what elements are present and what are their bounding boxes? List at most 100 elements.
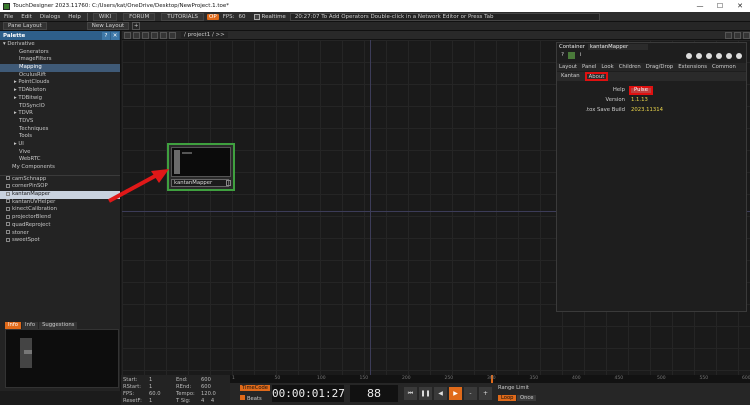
palette-tree-item[interactable]: Mapping: [0, 64, 120, 72]
component-list-item[interactable]: kantanUVHelper: [0, 199, 120, 207]
forward-icon[interactable]: [160, 31, 167, 39]
tab-panel[interactable]: Panel: [582, 63, 596, 71]
wiki-button[interactable]: WIKI: [92, 12, 118, 21]
beats-checkbox[interactable]: [240, 395, 245, 400]
once-button[interactable]: Once: [517, 395, 537, 401]
tempo-value[interactable]: 120.0: [201, 391, 216, 397]
gear-icon[interactable]: [736, 52, 742, 59]
tab-about[interactable]: About: [584, 72, 609, 81]
palette-tree-item[interactable]: ▸ TDAbleton: [0, 87, 120, 95]
palette-tree-item[interactable]: Tools: [0, 133, 120, 141]
rstart-value[interactable]: 1: [149, 384, 152, 390]
component-list-item[interactable]: camSchnapp: [0, 176, 120, 184]
list-icon[interactable]: [133, 31, 140, 39]
palette-tree-item[interactable]: ImageFilters: [0, 56, 120, 64]
tutorials-button[interactable]: TUTORIALS: [161, 12, 205, 21]
palette-tree-item[interactable]: ▸ TDBitwig: [0, 95, 120, 103]
bypass-flag-icon[interactable]: [686, 52, 692, 59]
close-window-button[interactable]: ✕: [730, 0, 750, 12]
tab-look[interactable]: Look: [601, 63, 613, 71]
component-list-item[interactable]: kinectCalibration: [0, 206, 120, 214]
pause-icon[interactable]: ❚❚: [419, 387, 432, 400]
help-pulse-button[interactable]: Pulse: [629, 86, 653, 95]
realtime-checkbox[interactable]: [253, 13, 260, 20]
tsig-value[interactable]: 4 4: [201, 398, 214, 404]
display-flag-icon[interactable]: [706, 52, 712, 59]
timecode-display[interactable]: 00:00:01:27: [272, 385, 345, 402]
pane-maximize-icon[interactable]: [734, 31, 741, 39]
op-badge[interactable]: OP: [207, 13, 219, 20]
step-back-icon[interactable]: -: [464, 387, 477, 400]
beats-toggle[interactable]: Beats: [240, 395, 262, 402]
viewer-flag-icon[interactable]: [716, 52, 722, 59]
pane-layout-button[interactable]: Pane Layout: [3, 22, 47, 30]
start-value[interactable]: 1: [149, 377, 152, 383]
maximize-button[interactable]: ☐: [710, 0, 730, 12]
loop-button[interactable]: Loop: [498, 395, 517, 401]
palette-tree-item[interactable]: My Components: [0, 164, 120, 172]
fps-value[interactable]: 60.0: [149, 391, 161, 397]
tab-extensions[interactable]: Extensions: [678, 63, 707, 71]
tab-kantan[interactable]: Kantan: [559, 72, 582, 81]
grid-icon[interactable]: [142, 31, 149, 39]
tab-info[interactable]: Info: [22, 322, 39, 329]
close-icon[interactable]: ✕: [111, 31, 119, 40]
palette-tree-item[interactable]: ▸ TDVR: [0, 110, 120, 118]
resetf-value[interactable]: 1: [149, 398, 152, 404]
param-help-icon[interactable]: ?: [559, 52, 566, 59]
add-pane-button[interactable]: +: [132, 22, 141, 30]
palette-tree-item[interactable]: TDVS: [0, 118, 120, 126]
add-parameter-icon[interactable]: [726, 52, 732, 59]
op-name-field[interactable]: kantanMapper: [587, 44, 649, 50]
pane-split-icon[interactable]: [725, 31, 732, 39]
tab-common[interactable]: Common: [712, 63, 736, 71]
menu-file[interactable]: File: [0, 14, 17, 20]
component-list-item[interactable]: cornerPinSOP: [0, 183, 120, 191]
timeline-ruler[interactable]: 1 50 100 150 200 250 300 350 400 450 500 550 600: [230, 375, 750, 405]
frame-display[interactable]: 88: [350, 385, 398, 402]
tab-suggestions[interactable]: Suggestions: [39, 322, 78, 329]
palette-tree-item[interactable]: ▸ PointClouds: [0, 79, 120, 87]
component-list-item[interactable]: stoner: [0, 230, 120, 238]
play-icon[interactable]: ▶: [449, 387, 462, 400]
rend-value[interactable]: 600: [201, 384, 211, 390]
network-path[interactable]: / project1 / >>: [181, 32, 228, 38]
palette-tree-item[interactable]: ▸ UI: [0, 141, 120, 149]
lock-flag-icon[interactable]: [696, 52, 702, 59]
palette-tree-item[interactable]: ▾ Derivative: [0, 41, 120, 49]
kantanmapper-node[interactable]: kantanMapper: [167, 143, 235, 191]
palette-tree-item[interactable]: Vive: [0, 149, 120, 157]
component-list-item[interactable]: kantanMapper: [0, 191, 120, 199]
palette-tree-item[interactable]: WebRTC: [0, 156, 120, 164]
end-value[interactable]: 600: [201, 377, 211, 383]
menu-edit[interactable]: Edit: [17, 14, 36, 20]
rewind-icon[interactable]: ⏮: [404, 387, 417, 400]
tab-drag-drop[interactable]: Drag/Drop: [646, 63, 673, 71]
tab-layout[interactable]: Layout: [559, 63, 577, 71]
step-forward-icon[interactable]: +: [479, 387, 492, 400]
back-icon[interactable]: [151, 31, 158, 39]
help-icon[interactable]: ?: [102, 31, 110, 40]
play-reverse-icon[interactable]: ◀: [434, 387, 447, 400]
menu-help[interactable]: Help: [64, 14, 85, 20]
node-viewer-toggle[interactable]: [226, 180, 231, 186]
tab-children[interactable]: Children: [619, 63, 641, 71]
tab-info-active[interactable]: Info: [5, 322, 22, 329]
up-icon[interactable]: [169, 31, 176, 39]
component-list-item[interactable]: projectorBlend: [0, 214, 120, 222]
palette-tree-item[interactable]: Generators: [0, 49, 120, 57]
palette-tree-item[interactable]: TDSyncIO: [0, 103, 120, 111]
info-icon[interactable]: i: [577, 52, 584, 59]
new-layout-tab[interactable]: New Layout: [86, 22, 130, 30]
palette-tree-item[interactable]: Techniques: [0, 126, 120, 134]
timecode-toggle[interactable]: TimeCode: [240, 385, 270, 391]
component-list-item[interactable]: sweetSpot: [0, 237, 120, 245]
component-list-item[interactable]: quadReproject: [0, 222, 120, 230]
node-name-label[interactable]: kantanMapper: [171, 179, 229, 187]
home-icon[interactable]: [124, 31, 131, 39]
palette-tree-item[interactable]: OculusRift: [0, 72, 120, 80]
python-icon[interactable]: [568, 52, 575, 59]
minimize-button[interactable]: —: [690, 0, 710, 12]
menu-dialogs[interactable]: Dialogs: [36, 14, 64, 20]
forum-button[interactable]: FORUM: [123, 12, 156, 21]
